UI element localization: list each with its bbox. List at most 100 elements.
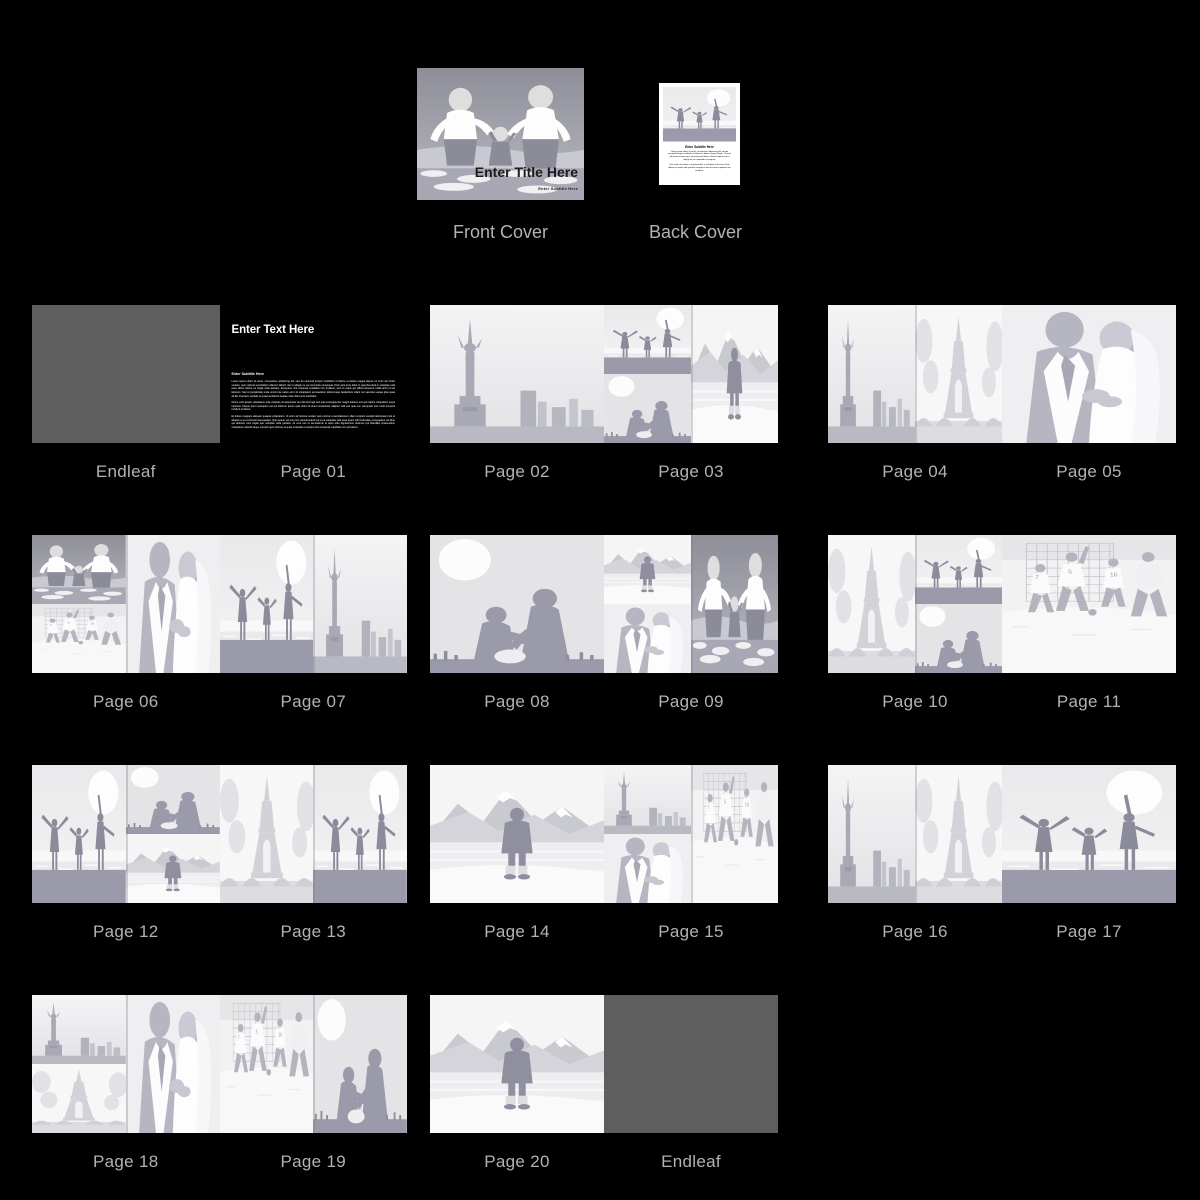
album-photo-page[interactable]: [1002, 305, 1176, 443]
front-cover-page[interactable]: Enter Title Here Enter Subtitle Here: [417, 68, 584, 200]
album-photo-page[interactable]: [430, 995, 604, 1133]
album-photo-page[interactable]: [430, 535, 604, 673]
album-photo-page[interactable]: [828, 535, 1002, 673]
album-photo-page[interactable]: [828, 305, 1002, 443]
photo-liberty-skyline: [604, 765, 691, 834]
album-spread[interactable]: [430, 995, 778, 1133]
photo-soccer-match: 5 16 7: [219, 995, 314, 1133]
spread-labels: Page 06 Page 07: [32, 692, 407, 712]
album-photo-page[interactable]: [828, 765, 1002, 903]
page-gutter: [915, 535, 917, 673]
photo-wedding-couple: [125, 995, 220, 1133]
album-spread[interactable]: [430, 535, 778, 673]
page-text-body: Lorem ipsum dolor sit amet, consectetur …: [231, 380, 396, 429]
back-cover-subtitle: Enter Subtitle Here: [685, 144, 714, 149]
svg-text:16: 16: [278, 1032, 282, 1038]
page-gutter: [125, 765, 128, 903]
album-spread[interactable]: [828, 305, 1176, 443]
spread-labels: Page 20 Endleaf: [430, 1152, 778, 1172]
album-photo-page[interactable]: 5 16 7: [604, 765, 778, 903]
spread-pages: 5 16 7: [430, 765, 778, 903]
photo-eiffel-tower: [32, 1064, 126, 1133]
photo-liberty-skyline: [32, 995, 126, 1064]
album-photo-page[interactable]: [604, 305, 778, 443]
photo-kids-beach-sunset: [32, 765, 126, 903]
page-gutter: [691, 535, 693, 673]
photo-couple-proposal: [125, 765, 220, 834]
spread-pages: [828, 765, 1176, 903]
album-photo-page[interactable]: 5 16 7: [32, 535, 220, 673]
photo-wedding-couple: [604, 604, 691, 673]
spread-pages: 5 16 7: [32, 995, 407, 1133]
photo-lake-mountains-person: [691, 305, 778, 443]
spread-labels: Page 08 Page 09: [430, 692, 778, 712]
album-endleaf-page[interactable]: [32, 305, 220, 443]
album-text-page[interactable]: Enter Text Here Enter Subtitle Here Lorem …: [219, 305, 407, 443]
photo-soccer-match: 5 16 7: [691, 765, 778, 903]
album-spread[interactable]: Enter Text Here Enter Subtitle Here Lorem …: [32, 305, 407, 443]
album-photo-page[interactable]: [430, 765, 604, 903]
svg-text:5: 5: [724, 799, 726, 805]
album-photo-page[interactable]: [1002, 765, 1176, 903]
album-photo-page[interactable]: [604, 535, 778, 673]
album-photo-page[interactable]: 5 16 7: [1002, 535, 1176, 673]
page-label: Page 11: [1056, 692, 1122, 711]
album-photo-page[interactable]: [219, 765, 407, 903]
page-gutter: [915, 765, 917, 903]
svg-text:16: 16: [1110, 572, 1118, 578]
page-label: Page 05: [1056, 462, 1122, 481]
page-gutter: [313, 995, 316, 1133]
photo-kids-beach-sunset: [915, 535, 1002, 604]
spread-labels: Endleaf Page 01: [32, 462, 407, 482]
album-photo-page[interactable]: 5 16 7: [219, 995, 407, 1133]
photo-liberty-skyline: [430, 305, 604, 443]
cover-label: Back Cover: [648, 222, 743, 242]
page-label: Page 06: [93, 692, 159, 711]
album-page-overview: Enter Text Here Enter Subtitle Here Lorem …: [0, 0, 1200, 1200]
album-spread[interactable]: [430, 305, 778, 443]
page-gutter: [915, 305, 917, 443]
cover-subtitle: Enter Subtitle Here: [538, 186, 578, 191]
spread-labels: Page 18 Page 19: [32, 1152, 407, 1172]
page-label: Endleaf: [95, 462, 156, 481]
page-label: Page 13: [280, 922, 346, 941]
photo-kids-beach-sunset: [219, 535, 314, 673]
svg-text:7: 7: [50, 624, 52, 627]
spread-labels: Page 12 Page 13: [32, 922, 407, 942]
spread-pages: [430, 995, 778, 1133]
page-label: Page 14: [484, 922, 550, 941]
photo-eiffel-tower: [828, 535, 915, 673]
back-cover-body: Lorem ipsum dolor sit amet, consectetur …: [668, 150, 731, 172]
svg-text:16: 16: [90, 622, 94, 625]
photo-kids-beach-sunset: [313, 765, 407, 903]
photo-wedding-couple: [1002, 305, 1176, 443]
photo-eiffel-tower: [219, 765, 314, 903]
front-cover[interactable]: Enter Title Here Enter Subtitle Here: [417, 68, 584, 200]
album-spread[interactable]: 5 16 7: [828, 535, 1176, 673]
album-photo-page[interactable]: [32, 765, 220, 903]
photo-family-beach-holding-hands: [417, 68, 584, 200]
album-spread[interactable]: [32, 765, 407, 903]
svg-text:7: 7: [1035, 575, 1039, 581]
back-cover[interactable]: Enter Subtitle Here Lorem ipsum dolor sit…: [659, 83, 740, 185]
album-spread[interactable]: 5 16 7: [32, 995, 407, 1133]
svg-text:7: 7: [237, 1034, 239, 1040]
album-photo-page[interactable]: [32, 995, 220, 1133]
page-label: Endleaf: [661, 1152, 721, 1171]
page-gutter: [125, 995, 128, 1133]
album-spread[interactable]: 5 16 7: [430, 765, 778, 903]
page-gutter: [691, 305, 693, 443]
back-cover-page[interactable]: Enter Subtitle Here Lorem ipsum dolor sit…: [659, 83, 740, 185]
album-spread[interactable]: [828, 765, 1176, 903]
page-text-subtitle: Enter Subtitle Here: [231, 372, 264, 376]
svg-text:5: 5: [255, 1029, 257, 1035]
album-photo-page[interactable]: [219, 535, 407, 673]
photo-kids-beach-sunset: [1002, 765, 1176, 903]
photo-liberty-skyline: [313, 535, 407, 673]
album-endleaf-page[interactable]: [604, 995, 778, 1133]
album-spread[interactable]: 5 16 7: [32, 535, 407, 673]
album-photo-page[interactable]: [430, 305, 604, 443]
photo-liberty-skyline: [828, 765, 915, 903]
back-cover-photo: [663, 87, 736, 142]
photo-couple-proposal: [430, 535, 604, 673]
